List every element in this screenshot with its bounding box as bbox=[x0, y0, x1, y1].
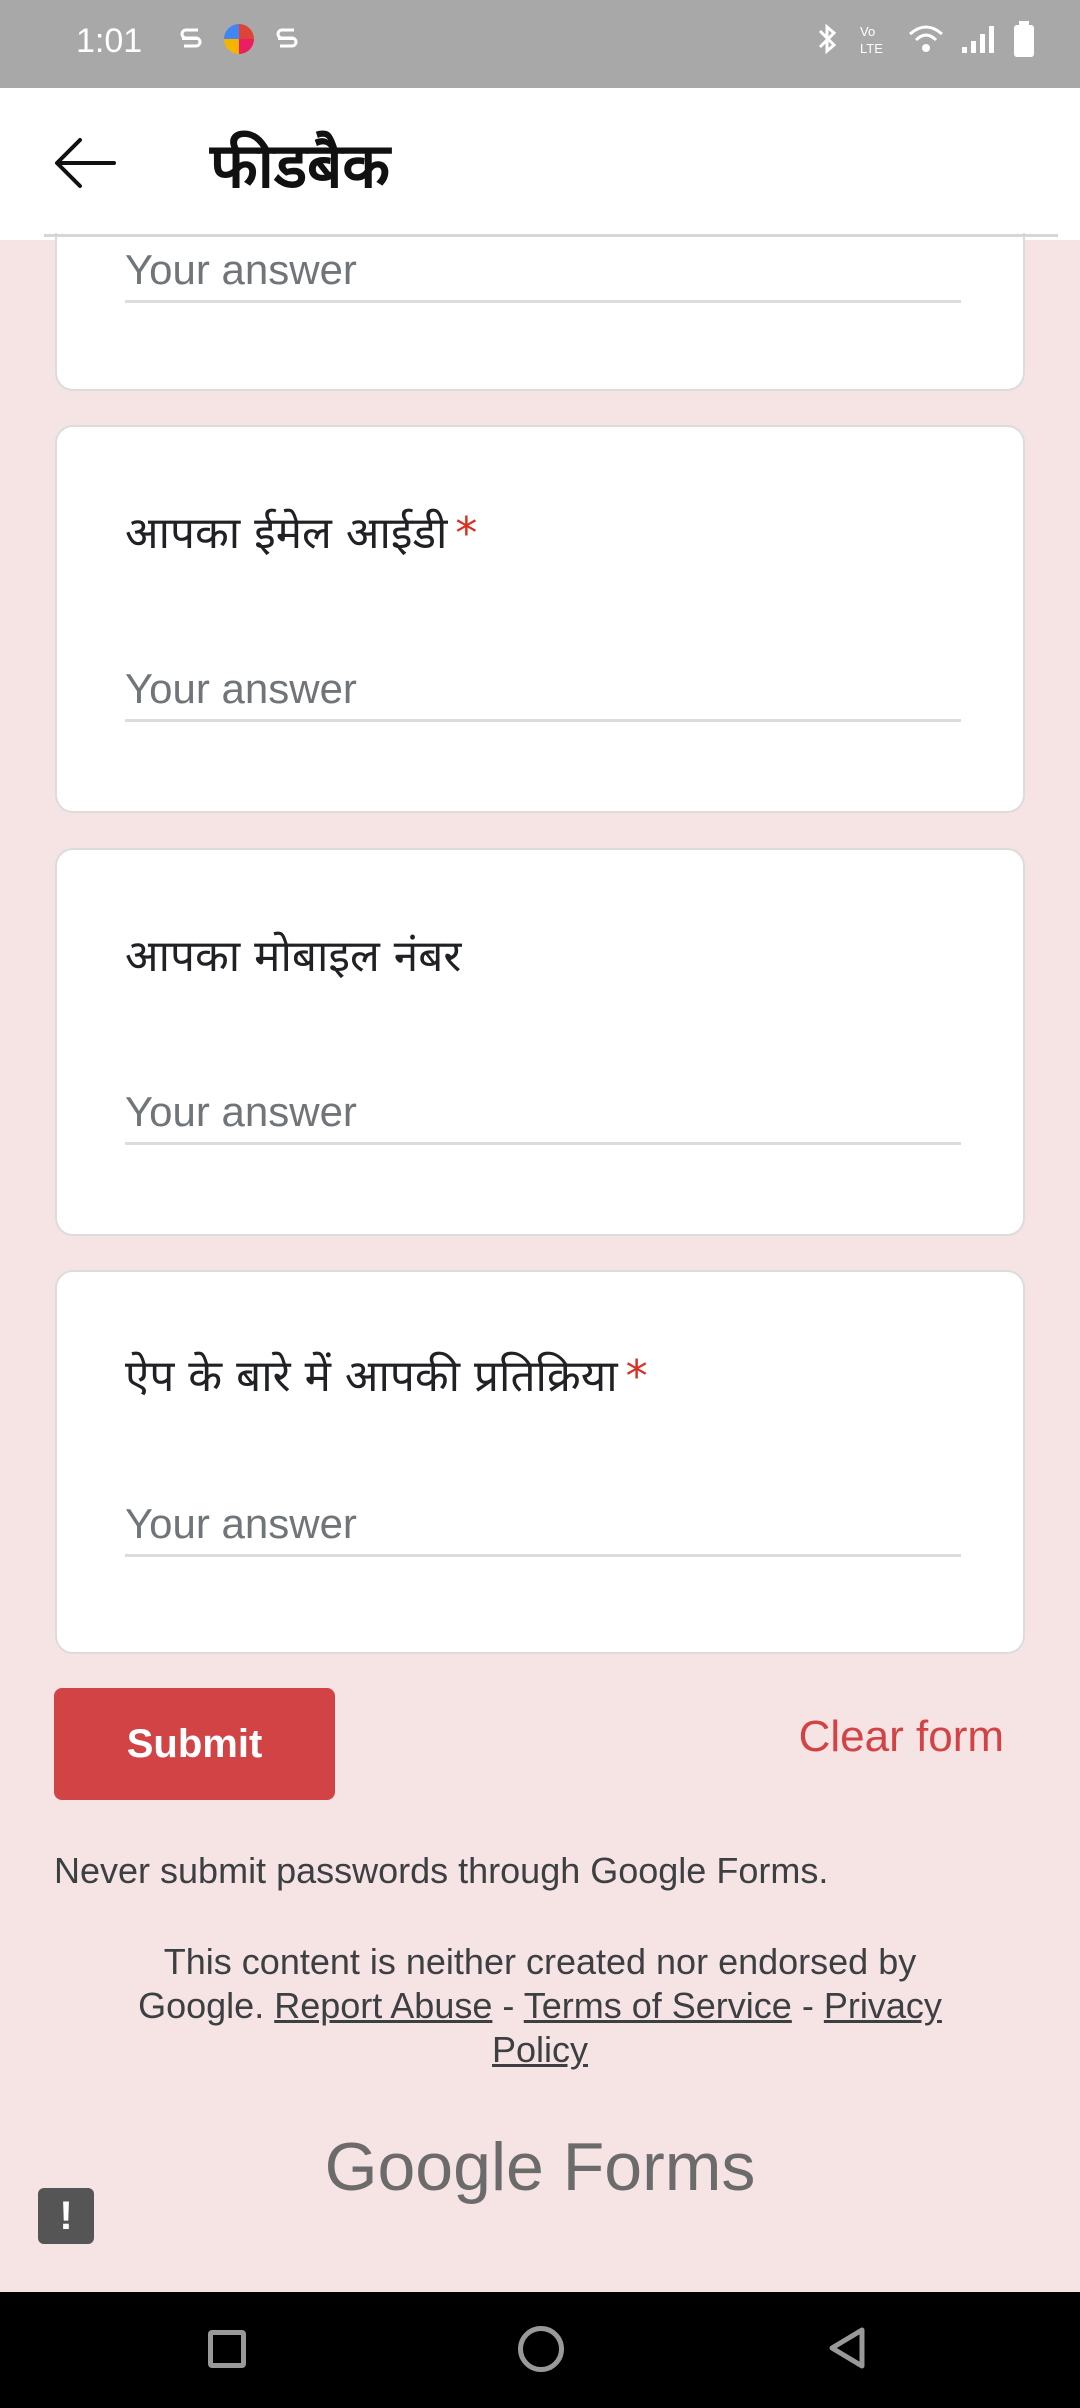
question-label: आपका मोबाइल नंबर bbox=[125, 924, 461, 984]
question-text: आपका मोबाइल नंबर bbox=[125, 931, 462, 982]
google-forms-logo: Google Forms bbox=[324, 2129, 756, 2205]
svg-text:Vo: Vo bbox=[860, 24, 875, 39]
status-bar: 1:01 Vo LTE bbox=[0, 0, 1080, 88]
link-separator: - bbox=[801, 1985, 814, 2026]
question-text: ऐप के बारे में आपकी प्रतिक्रिया bbox=[125, 1351, 618, 1402]
question-card-mobile: आपका मोबाइल नंबर bbox=[55, 848, 1025, 1236]
link-separator: - bbox=[502, 1985, 515, 2026]
required-marker: * bbox=[625, 1351, 648, 1402]
app-bar-background bbox=[0, 88, 1080, 233]
recents-icon[interactable] bbox=[208, 2330, 246, 2368]
question-label: ऐप के बारे में आपकी प्रतिक्रिया * bbox=[125, 1344, 648, 1404]
battery-icon bbox=[1014, 21, 1034, 57]
notification-s-icon bbox=[180, 28, 202, 48]
question-card-email: आपका ईमेल आईडी * bbox=[55, 425, 1025, 813]
answer-input[interactable] bbox=[125, 240, 961, 303]
nav-back-icon[interactable] bbox=[824, 2324, 868, 2372]
question-text: आपका ईमेल आईडी bbox=[125, 508, 448, 559]
disclaimer: This content is neither created nor endo… bbox=[110, 1940, 970, 2072]
home-icon[interactable] bbox=[518, 2326, 564, 2372]
back-arrow-icon[interactable] bbox=[50, 128, 120, 198]
volte-icon: Vo LTE bbox=[860, 24, 883, 56]
submit-button[interactable]: Submit bbox=[54, 1688, 335, 1800]
signal-icon bbox=[962, 26, 994, 53]
mobile-number-field[interactable] bbox=[125, 1082, 961, 1145]
notification-icons bbox=[178, 22, 300, 56]
terms-of-service-link[interactable]: Terms of Service bbox=[524, 1985, 792, 2026]
question-card-feedback: ऐप के बारे में आपकी प्रतिक्रिया * bbox=[55, 1270, 1025, 1654]
system-icons: Vo LTE bbox=[814, 20, 1036, 58]
report-feedback-icon[interactable]: ! bbox=[38, 2188, 94, 2244]
feedback-field[interactable] bbox=[125, 1494, 961, 1557]
bluetooth-icon bbox=[818, 23, 837, 55]
status-time: 1:01 bbox=[76, 22, 143, 60]
page-title: फीडबैक bbox=[210, 129, 391, 202]
password-warning: Never submit passwords through Google Fo… bbox=[54, 1850, 829, 1891]
question-label: आपका ईमेल आईडी * bbox=[125, 501, 477, 561]
svg-text:LTE: LTE bbox=[860, 41, 883, 56]
app-bar-divider bbox=[44, 234, 1058, 237]
navigation-bar bbox=[0, 2292, 1080, 2408]
app-logo-icon bbox=[224, 24, 254, 54]
wifi-icon bbox=[909, 25, 943, 52]
report-abuse-link[interactable]: Report Abuse bbox=[274, 1985, 492, 2026]
required-marker: * bbox=[455, 508, 478, 559]
email-field[interactable] bbox=[125, 659, 961, 722]
clear-form-button[interactable]: Clear form bbox=[799, 1712, 1004, 1762]
notification-s-icon bbox=[276, 28, 298, 48]
question-card bbox=[55, 225, 1025, 391]
